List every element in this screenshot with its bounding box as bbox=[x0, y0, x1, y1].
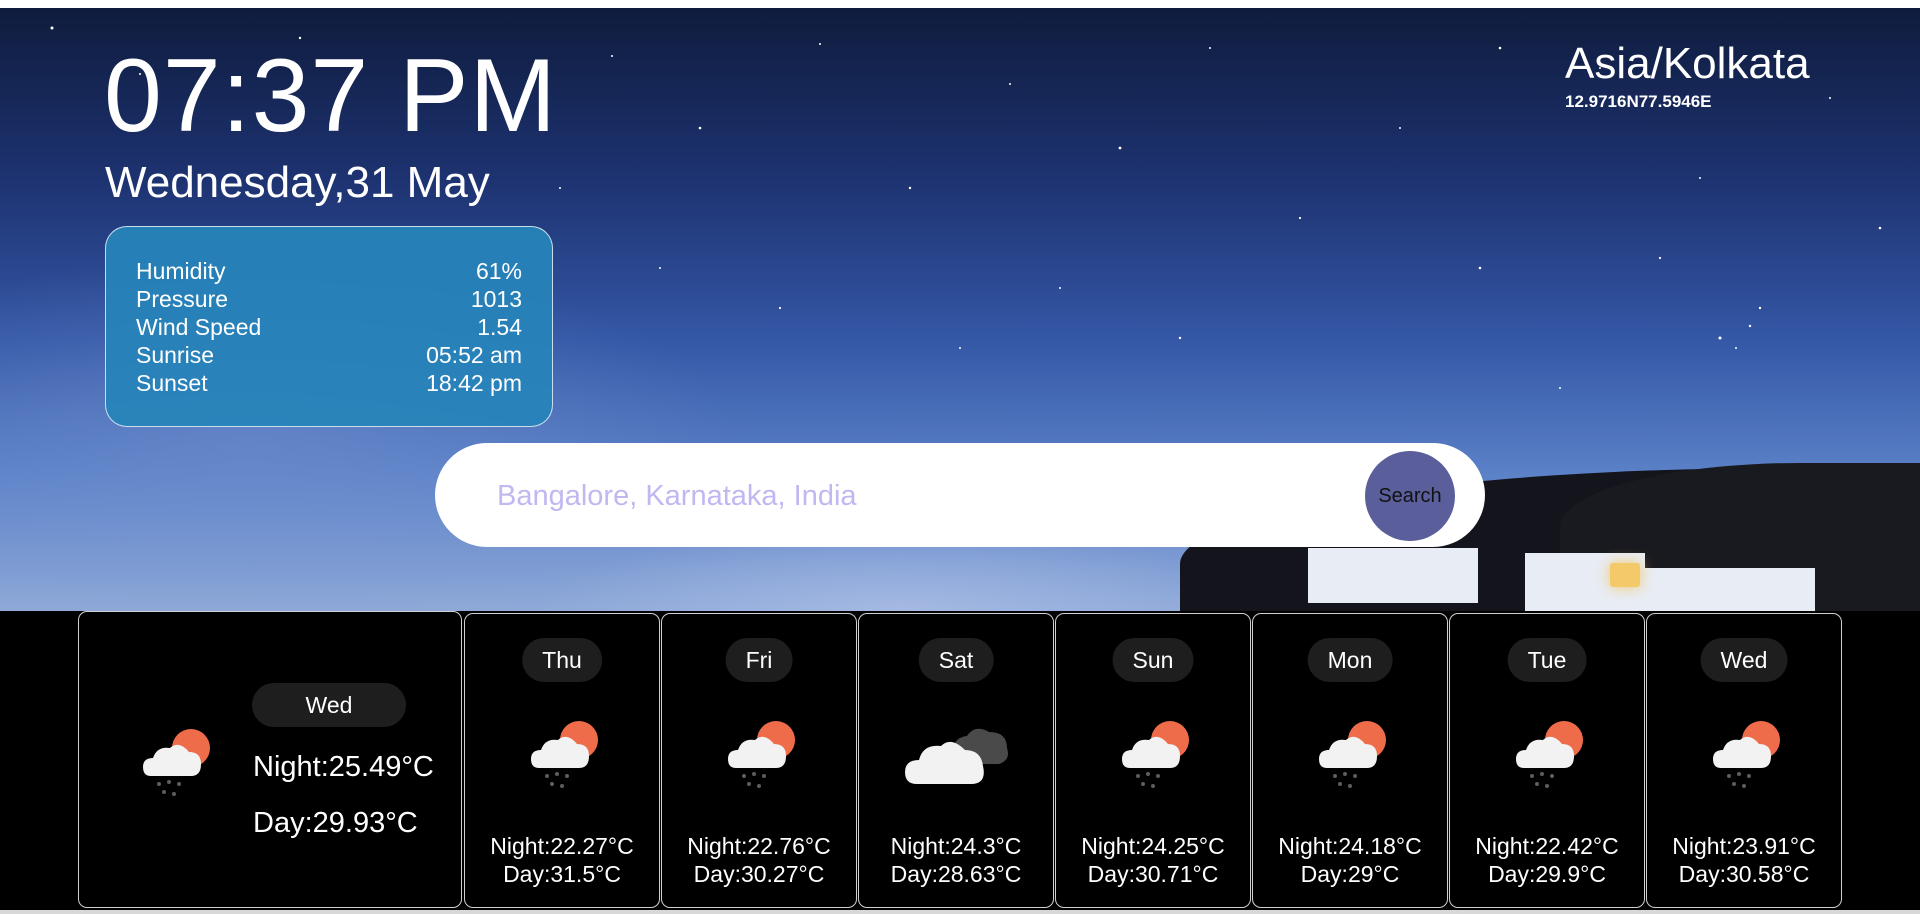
rain-cloud-sun-icon bbox=[143, 729, 210, 796]
weather-details-card: Humidity 61% Pressure 1013 Wind Speed 1.… bbox=[105, 226, 553, 427]
house bbox=[1308, 548, 1478, 603]
bottom-border bbox=[0, 910, 1920, 914]
detail-value: 1.54 bbox=[477, 314, 522, 340]
top-border bbox=[0, 0, 1920, 8]
night-temperature: Night:22.27°C bbox=[490, 833, 634, 859]
night-temperature: Night:22.42°C bbox=[1475, 833, 1619, 859]
lit-window bbox=[1610, 563, 1640, 587]
day-label: Thu bbox=[522, 638, 602, 682]
search-bar: Search bbox=[435, 443, 1485, 547]
detail-row-sunset: Sunset 18:42 pm bbox=[136, 369, 522, 397]
day-temperature: Day:29°C bbox=[1300, 861, 1400, 887]
current-time: 07:37 PM bbox=[104, 38, 558, 154]
detail-row-wind-speed: Wind Speed 1.54 bbox=[136, 313, 522, 341]
day-label: Wed bbox=[1700, 638, 1788, 682]
detail-value: 05:52 am bbox=[426, 342, 522, 368]
house bbox=[1640, 568, 1815, 611]
rain-cloud-sun-icon bbox=[1713, 721, 1780, 788]
forecast-card-thu: Thu Night:22.27°C Day:31.5°C bbox=[464, 613, 660, 908]
day-label: Mon bbox=[1307, 638, 1393, 682]
forecast-strip: Wed Night:25.49°C Day:29.93°C Thu Night:… bbox=[0, 611, 1920, 914]
detail-label: Humidity bbox=[136, 258, 226, 284]
day-temperature: Day:30.71°C bbox=[1087, 861, 1219, 887]
forecast-card-mon: Mon Night:24.18°C Day:29°C bbox=[1252, 613, 1448, 908]
forecast-card-wed: Wed Night:23.91°C Day:30.58°C bbox=[1646, 613, 1842, 908]
night-temperature: Night:23.91°C bbox=[1672, 833, 1816, 859]
overcast-clouds-icon bbox=[905, 728, 1008, 784]
forecast-card-sat: Sat Night:24.3°C Day:28.63°C bbox=[858, 613, 1054, 908]
search-button[interactable]: Search bbox=[1365, 451, 1455, 541]
detail-value: 1013 bbox=[470, 286, 522, 312]
current-date: Wednesday,31 May bbox=[105, 158, 490, 207]
rain-cloud-sun-icon bbox=[531, 721, 598, 788]
forecast-card-sun: Sun Night:24.25°C Day:30.71°C bbox=[1055, 613, 1251, 908]
day-label: Fri bbox=[725, 638, 793, 682]
coordinates: 12.9716N77.5946E bbox=[1565, 92, 1712, 111]
night-temperature: Night:25.49°C bbox=[253, 751, 434, 783]
forecast-card-fri: Fri Night:22.76°C Day:30.27°C bbox=[661, 613, 857, 908]
day-label: Tue bbox=[1507, 638, 1587, 682]
day-label: Sat bbox=[918, 638, 994, 682]
day-temperature: Day:30.27°C bbox=[693, 861, 825, 887]
rain-cloud-sun-icon bbox=[1319, 721, 1386, 788]
day-temperature: Day:29.93°C bbox=[253, 807, 418, 839]
detail-value: 61% bbox=[475, 258, 522, 284]
night-temperature: Night:24.3°C bbox=[890, 833, 1022, 859]
detail-label: Wind Speed bbox=[136, 314, 262, 340]
night-temperature: Night:24.25°C bbox=[1081, 833, 1225, 859]
today-forecast-card: Wed Night:25.49°C Day:29.93°C bbox=[78, 611, 462, 908]
night-temperature: Night:24.18°C bbox=[1278, 833, 1422, 859]
rain-cloud-sun-icon bbox=[1122, 721, 1189, 788]
day-temperature: Day:31.5°C bbox=[503, 861, 621, 887]
detail-label: Pressure bbox=[136, 286, 229, 312]
search-input[interactable] bbox=[495, 471, 1279, 521]
detail-row-humidity: Humidity 61% bbox=[136, 257, 522, 285]
night-temperature: Night:22.76°C bbox=[687, 833, 831, 859]
detail-row-sunrise: Sunrise 05:52 am bbox=[136, 341, 522, 369]
rain-cloud-sun-icon bbox=[1516, 721, 1583, 788]
timezone: Asia/Kolkata bbox=[1565, 39, 1810, 88]
forecast-card-tue: Tue Night:22.42°C Day:29.9°C bbox=[1449, 613, 1645, 908]
day-temperature: Day:29.9°C bbox=[1488, 861, 1606, 887]
detail-label: Sunrise bbox=[136, 342, 214, 368]
day-label: Sun bbox=[1112, 638, 1194, 682]
rain-cloud-sun-icon bbox=[728, 721, 795, 788]
detail-label: Sunset bbox=[136, 370, 208, 396]
detail-value: 18:42 pm bbox=[426, 370, 522, 396]
day-temperature: Day:28.63°C bbox=[890, 861, 1022, 887]
day-label: Wed bbox=[252, 683, 406, 727]
detail-row-pressure: Pressure 1013 bbox=[136, 285, 522, 313]
day-temperature: Day:30.58°C bbox=[1678, 861, 1810, 887]
